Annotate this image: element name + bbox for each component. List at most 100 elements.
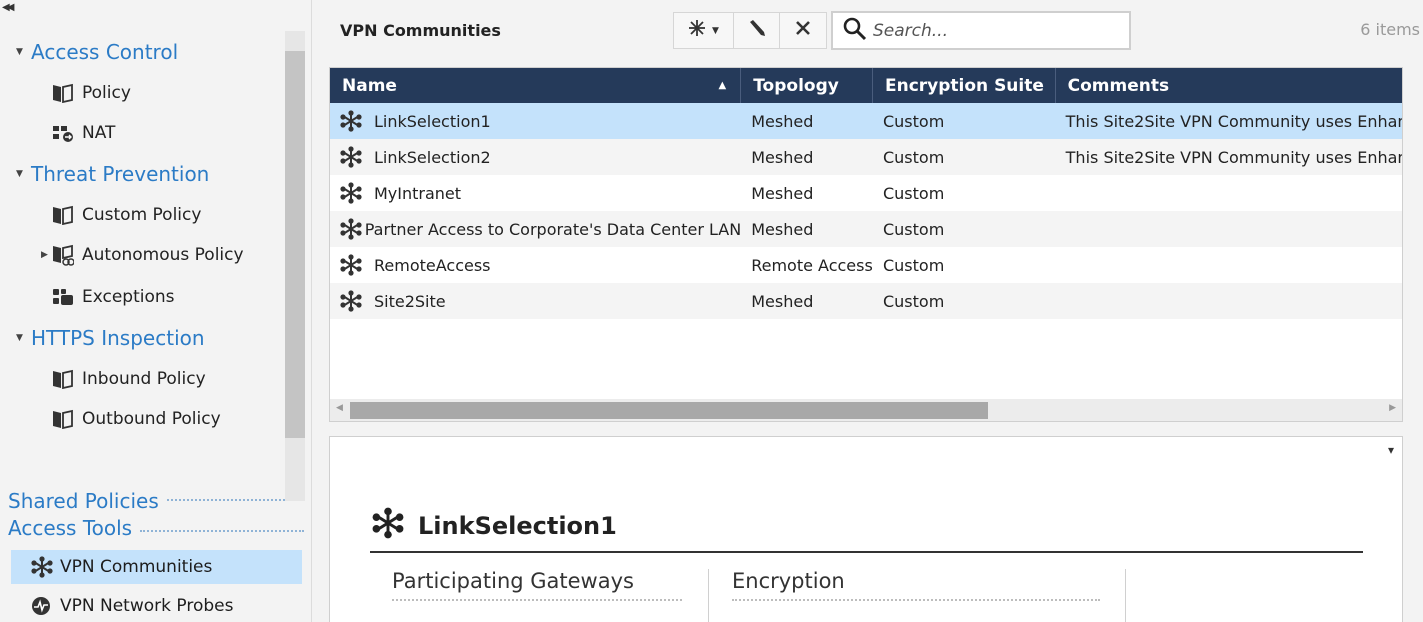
table-body: LinkSelection1 Meshed Custom This Site2Site… <box>330 103 1402 319</box>
nav-item-custom-policy[interactable]: Custom Policy <box>52 202 201 228</box>
collapse-details-icon[interactable]: ▾ <box>1388 443 1394 457</box>
sidebar: ◀◀ ▼ Access Control Policy NAT ▼ Threat … <box>0 0 312 622</box>
encryption-section: Encryption <box>732 569 1100 622</box>
column-label: Name <box>342 75 397 96</box>
cell-text: Meshed <box>751 183 814 203</box>
column-header-name[interactable]: Name ▲ <box>330 68 742 103</box>
search-box[interactable] <box>831 11 1131 50</box>
autonomous-policy-icon <box>52 244 82 266</box>
nav-item-policy[interactable]: Policy <box>52 80 131 106</box>
sidebar-scrollbar-thumb[interactable] <box>285 51 305 438</box>
details-panel: ▾ LinkSelection1 Participating Gateways … <box>329 436 1403 622</box>
cell-encryption: Custom <box>873 283 1056 319</box>
cell-text: Meshed <box>751 291 814 311</box>
nav-label: NAT <box>82 123 116 143</box>
table-row[interactable]: LinkSelection2 Meshed Custom This Site2Site… <box>330 139 1402 175</box>
cell-encryption: Custom <box>873 247 1056 283</box>
scroll-right-icon[interactable]: ▶ <box>1389 403 1396 413</box>
tool-label: VPN Communities <box>60 557 213 577</box>
cell-text: Meshed <box>751 111 814 131</box>
cell-text: Meshed <box>751 219 814 239</box>
section-https-inspection[interactable]: ▼ HTTPS Inspection <box>16 325 205 351</box>
scroll-left-icon[interactable]: ◀ <box>336 403 343 413</box>
divider <box>166 499 285 501</box>
tool-vpn-communities[interactable]: VPN Communities <box>11 550 302 584</box>
vpn-community-icon <box>340 290 374 312</box>
toolbar: ▼ <box>673 12 827 49</box>
cell-text: Custom <box>882 255 945 275</box>
nav-item-autonomous-policy[interactable]: Autonomous Policy <box>52 242 244 268</box>
cell-text: Meshed <box>751 147 814 167</box>
vpn-community-icon <box>340 110 374 132</box>
close-icon <box>794 19 812 42</box>
details-title: LinkSelection1 <box>372 507 617 545</box>
nav-label: Autonomous Policy <box>82 245 244 265</box>
tool-vpn-network-probes[interactable]: VPN Network Probes <box>11 589 302 622</box>
policy-book-icon <box>52 409 82 429</box>
cell-text: This Site2Site VPN Community uses Enhanc <box>1065 147 1402 167</box>
cell-name: LinkSelection1 <box>330 103 741 139</box>
section-label: Participating Gateways <box>392 569 682 601</box>
vpn-community-icon <box>340 146 374 168</box>
section-threat-prevention[interactable]: ▼ Threat Prevention <box>16 161 209 187</box>
cell-topology: Meshed <box>741 211 873 247</box>
collapse-sidebar-icon[interactable]: ◀◀ <box>2 2 15 13</box>
divider <box>708 569 709 622</box>
cell-topology: Meshed <box>741 103 873 139</box>
column-header-topology[interactable]: Topology <box>741 68 873 103</box>
table-row[interactable]: Partner Access to Corporate's Data Cente… <box>330 211 1402 247</box>
column-label: Topology <box>753 75 839 96</box>
nav-item-outbound-policy[interactable]: Outbound Policy <box>52 406 221 432</box>
cell-text: Custom <box>882 291 945 311</box>
participating-gateways-section: Participating Gateways <box>392 569 682 622</box>
search-input[interactable] <box>873 20 1113 41</box>
communities-table: Name ▲ Topology Encryption Suite Comment… <box>329 67 1403 422</box>
cell-encryption: Custom <box>873 211 1056 247</box>
cell-name: Site2Site <box>330 283 741 319</box>
caret-down-icon: ▼ <box>16 169 23 179</box>
table-row[interactable]: RemoteAccess Remote Access Custom <box>330 247 1402 283</box>
cell-text: RemoteAccess <box>374 255 491 275</box>
shared-policies-header[interactable]: Shared Policies <box>8 484 285 510</box>
pencil-icon <box>747 18 767 43</box>
nav-label: Exceptions <box>82 287 175 307</box>
tool-label: VPN Network Probes <box>60 596 234 616</box>
section-label: Encryption <box>732 569 1100 601</box>
group-title: Shared Policies <box>8 489 159 510</box>
nat-icon <box>52 123 82 143</box>
column-header-encryption-suite[interactable]: Encryption Suite <box>873 68 1056 103</box>
cell-text: Site2Site <box>374 291 446 311</box>
nav-item-nat[interactable]: NAT <box>52 120 115 146</box>
cell-text: Custom <box>882 183 945 203</box>
section-title: Access Control <box>31 40 179 64</box>
cell-name: RemoteAccess <box>330 247 741 283</box>
cell-topology: Meshed <box>741 139 873 175</box>
access-tools-header[interactable]: Access Tools <box>8 515 304 541</box>
cell-comments: This Site2Site VPN Community uses Enhanc <box>1056 103 1402 139</box>
horizontal-scrollbar[interactable]: ◀ ▶ <box>330 399 1402 421</box>
details-title-text: LinkSelection1 <box>418 512 617 540</box>
section-title: Threat Prevention <box>31 162 210 186</box>
cell-comments <box>1056 175 1402 211</box>
delete-button[interactable] <box>780 13 826 48</box>
policy-book-icon <box>52 205 82 225</box>
cell-name: Partner Access to Corporate's Data Cente… <box>330 211 741 247</box>
vpn-community-icon <box>340 254 374 276</box>
cell-topology: Meshed <box>741 175 873 211</box>
table-row[interactable]: LinkSelection1 Meshed Custom This Site2Site… <box>330 103 1402 139</box>
section-access-control[interactable]: ▼ Access Control <box>16 39 178 65</box>
table-row[interactable]: Site2Site Meshed Custom <box>330 283 1402 319</box>
main-panel: VPN Communities ▼ 6 items Name ▲ Topolog… <box>313 0 1423 622</box>
horizontal-scrollbar-thumb[interactable] <box>350 402 988 419</box>
caret-right-icon[interactable]: ▶ <box>41 250 48 260</box>
cell-comments <box>1056 247 1402 283</box>
column-header-comments[interactable]: Comments <box>1056 68 1402 103</box>
table-row[interactable]: MyIntranet Meshed Custom <box>330 175 1402 211</box>
nav-item-exceptions[interactable]: Exceptions <box>52 284 175 310</box>
nav-item-inbound-policy[interactable]: Inbound Policy <box>52 366 206 392</box>
edit-button[interactable] <box>734 13 780 48</box>
section-title: HTTPS Inspection <box>31 326 205 350</box>
nav-label: Policy <box>82 83 131 103</box>
new-button[interactable]: ▼ <box>674 13 734 48</box>
chevron-down-icon: ▼ <box>712 25 719 36</box>
